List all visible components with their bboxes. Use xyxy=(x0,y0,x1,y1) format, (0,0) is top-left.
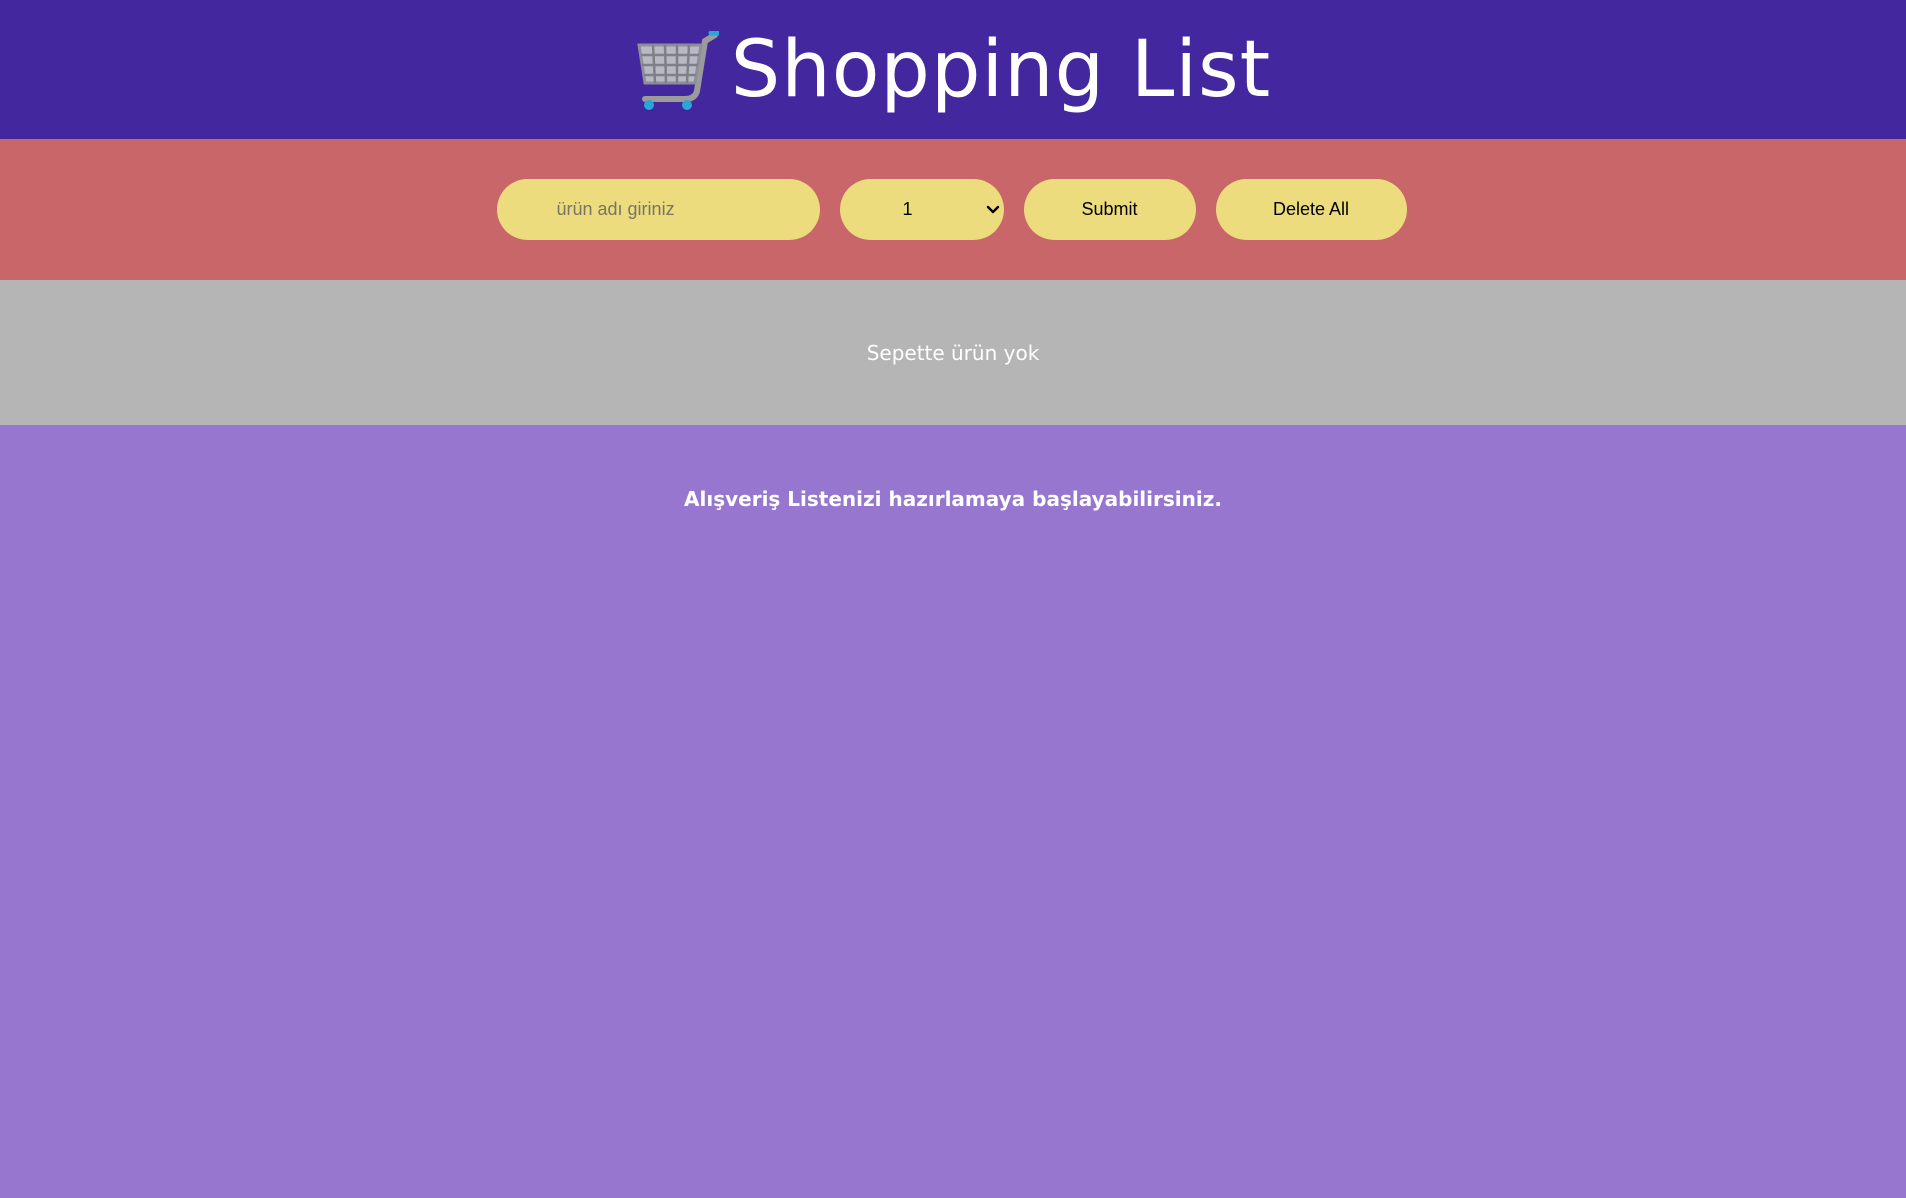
page-title: Shopping List xyxy=(730,24,1272,115)
empty-cart-message: Sepette ürün yok xyxy=(866,340,1040,365)
delete-all-button[interactable]: Delete All xyxy=(1215,179,1407,240)
product-name-input[interactable] xyxy=(496,179,820,240)
cart-status-panel: Sepette ürün yok xyxy=(0,280,1906,425)
add-item-form: 1 Submit Delete All xyxy=(0,139,1906,280)
main-content: Alışveriş Listenizi hazırlamaya başlayab… xyxy=(0,425,1906,1198)
form-controls: 1 Submit Delete All xyxy=(496,179,1407,240)
quantity-selected-value: 1 xyxy=(902,199,913,219)
app-header: Shopping List xyxy=(0,0,1906,139)
shopping-cart-icon xyxy=(637,30,719,110)
chevron-down-icon xyxy=(986,205,999,213)
submit-button[interactable]: Submit xyxy=(1023,179,1196,240)
start-hint-text: Alışveriş Listenizi hazırlamaya başlayab… xyxy=(684,487,1222,511)
quantity-select[interactable]: 1 xyxy=(839,179,1004,240)
